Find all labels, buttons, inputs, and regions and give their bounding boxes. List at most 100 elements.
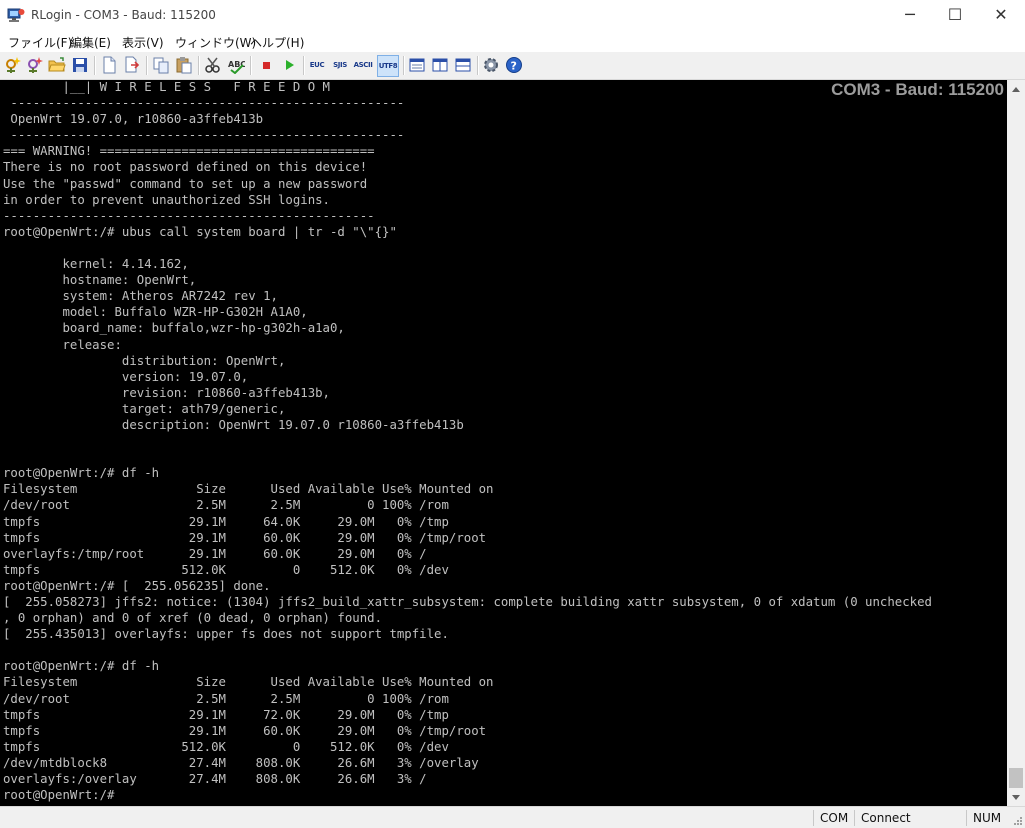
terminal-text: |__| W I R E L E S S F R E E D O M -----… xyxy=(3,80,932,803)
chevron-down-icon xyxy=(1012,794,1020,800)
terminal-line: [ 255.435013] overlayfs: upper fs does n… xyxy=(3,627,449,642)
terminal-line: tmpfs 29.1M 60.0K 29.0M 0% /tmp/root xyxy=(3,530,487,545)
status-com: COM xyxy=(813,810,860,826)
layout-window-icon[interactable] xyxy=(453,55,473,75)
terminal-connection-overlay: COM3 - Baud: 115200 xyxy=(831,80,1004,99)
euc-label: EUC xyxy=(309,61,325,69)
terminal-line: === WARNING! ===========================… xyxy=(3,144,375,159)
new-document-icon[interactable] xyxy=(99,55,119,75)
status-num: NUM xyxy=(966,810,1013,826)
utf8-icon[interactable]: UTF8 xyxy=(377,55,399,77)
terminal-line: /dev/root 2.5M 2.5M 0 100% /rom xyxy=(3,691,449,706)
terminal-line: Filesystem Size Used Available Use% Moun… xyxy=(3,482,494,497)
status-bar: COM Connect NUM xyxy=(0,806,1025,828)
terminal-line: board_name: buffalo,wzr-hp-g302h-a1a0, xyxy=(3,321,345,336)
stop-icon[interactable] xyxy=(256,55,276,75)
sjis-label: SJIS xyxy=(333,61,347,69)
terminal-line: tmpfs 512.0K 0 512.0K 0% /dev xyxy=(3,739,449,754)
terminal-line: [ 255.058273] jffs2: notice: (1304) jffs… xyxy=(3,595,932,609)
layout-split-icon[interactable] xyxy=(430,55,450,75)
terminal-line: hostname: OpenWrt, xyxy=(3,273,197,288)
terminal-line: /dev/mtdblock8 27.4M 808.0K 26.6M 3% /ov… xyxy=(3,755,479,770)
scissors-icon[interactable] xyxy=(203,55,223,75)
menu-edit[interactable]: 編集(E) xyxy=(70,34,111,51)
paste-icon[interactable] xyxy=(174,55,194,75)
transfer-icon[interactable] xyxy=(122,55,142,75)
title-bar: RLogin - COM3 - Baud: 115200 ─ ☐ ✕ xyxy=(0,0,1025,31)
euc-icon[interactable]: EUC xyxy=(307,55,327,75)
toolbar-separator xyxy=(94,56,96,75)
ascii-icon[interactable]: ASCII xyxy=(353,55,373,75)
terminal-line: |__| W I R E L E S S F R E E D O M xyxy=(3,80,330,94)
menu-bar: ファイル(F) 編集(E) 表示(V) ウィンドウ(W) ヘルプ(H) xyxy=(0,31,1025,52)
terminal-line: Use the "passwd" command to set up a new… xyxy=(3,176,368,191)
toolbar-separator xyxy=(146,56,148,75)
terminal-line: Filesystem Size Used Available Use% Moun… xyxy=(3,675,494,690)
toolbar-separator xyxy=(198,56,200,75)
svg-text:?: ? xyxy=(511,60,517,73)
terminal-line: ----------------------------------------… xyxy=(3,128,405,143)
terminal-line: OpenWrt 19.07.0, r10860-a3ffeb413b xyxy=(3,112,264,127)
sjis-icon[interactable]: SJIS xyxy=(330,55,350,75)
terminal-line: tmpfs 29.1M 60.0K 29.0M 0% /tmp/root xyxy=(3,723,487,738)
layout-tab-icon[interactable] xyxy=(407,55,427,75)
connect-icon[interactable] xyxy=(25,55,45,75)
minimize-button[interactable]: ─ xyxy=(887,0,933,31)
window-title: RLogin - COM3 - Baud: 115200 xyxy=(31,8,216,22)
terminal-screen[interactable]: |__| W I R E L E S S F R E E D O M -----… xyxy=(0,80,1007,806)
terminal-line: in order to prevent unauthorized SSH log… xyxy=(3,192,330,207)
menu-help[interactable]: ヘルプ(H) xyxy=(250,34,304,51)
terminal-line: ----------------------------------------… xyxy=(3,96,405,111)
terminal-line: There is no root password defined on thi… xyxy=(3,160,368,175)
terminal-line: version: 19.07.0, xyxy=(3,369,249,384)
vertical-scrollbar[interactable] xyxy=(1007,80,1025,806)
maximize-button[interactable]: ☐ xyxy=(932,0,978,31)
toolbar-separator xyxy=(477,56,479,75)
terminal-line: root@OpenWrt:/# df -h xyxy=(3,466,160,481)
terminal-line: tmpfs 29.1M 64.0K 29.0M 0% /tmp xyxy=(3,514,449,529)
close-button[interactable]: ✕ xyxy=(978,0,1024,31)
status-connect: Connect xyxy=(854,810,965,826)
terminal-line: , 0 orphan) and 0 of xref (0 dead, 0 orp… xyxy=(3,611,383,626)
terminal-line: overlayfs:/overlay 27.4M 808.0K 26.6M 3%… xyxy=(3,772,427,787)
terminal-line: model: Buffalo WZR-HP-G302H A1A0, xyxy=(3,305,308,320)
help-icon[interactable]: ? xyxy=(504,55,524,75)
play-icon[interactable] xyxy=(279,55,299,75)
terminal-line: overlayfs:/tmp/root 29.1M 60.0K 29.0M 0%… xyxy=(3,546,427,561)
scroll-down-button[interactable] xyxy=(1007,789,1025,806)
terminal-line: /dev/root 2.5M 2.5M 0 100% /rom xyxy=(3,498,449,513)
terminal-line: release: xyxy=(3,337,122,352)
terminal-line: root@OpenWrt:/# ubus call system board |… xyxy=(3,224,397,239)
scroll-up-button[interactable] xyxy=(1007,80,1025,97)
terminal-line: root@OpenWrt:/# [ 255.056235] done. xyxy=(3,578,271,593)
save-icon[interactable] xyxy=(70,55,90,75)
terminal-line: description: OpenWrt 19.07.0 r10860-a3ff… xyxy=(3,417,464,432)
terminal-line: tmpfs 512.0K 0 512.0K 0% /dev xyxy=(3,562,449,577)
terminal-line: ----------------------------------------… xyxy=(3,208,375,223)
scrollbar-thumb[interactable] xyxy=(1009,768,1023,788)
new-connection-icon[interactable] xyxy=(3,55,23,75)
terminal-line: kernel: 4.14.162, xyxy=(3,257,189,272)
spell-icon[interactable]: ABC xyxy=(226,55,246,75)
menu-view[interactable]: 表示(V) xyxy=(122,34,164,51)
resize-grip-icon[interactable] xyxy=(1013,816,1023,826)
toolbar-separator xyxy=(250,56,252,75)
rlogin-app-icon[interactable] xyxy=(7,7,25,23)
terminal-line: root@OpenWrt:/# xyxy=(3,788,122,803)
toolbar: ABC EUC SJIS ASCII UTF8 ? xyxy=(0,52,1025,80)
terminal-line: target: ath79/generic, xyxy=(3,401,286,416)
open-folder-icon[interactable] xyxy=(47,55,67,75)
menu-file[interactable]: ファイル(F) xyxy=(8,34,72,51)
terminal-line: root@OpenWrt:/# df -h xyxy=(3,659,160,674)
settings-icon[interactable] xyxy=(481,55,501,75)
chevron-up-icon xyxy=(1012,86,1020,92)
terminal-line: revision: r10860-a3ffeb413b, xyxy=(3,385,330,400)
copy-icon[interactable] xyxy=(151,55,171,75)
menu-window[interactable]: ウィンドウ(W) xyxy=(175,34,256,51)
toolbar-separator xyxy=(403,56,405,75)
terminal-line: tmpfs 29.1M 72.0K 29.0M 0% /tmp xyxy=(3,707,449,722)
terminal-line: distribution: OpenWrt, xyxy=(3,353,286,368)
ascii-label: ASCII xyxy=(353,61,373,69)
utf8-label: UTF8 xyxy=(378,62,398,70)
terminal-line: system: Atheros AR7242 rev 1, xyxy=(3,289,278,304)
